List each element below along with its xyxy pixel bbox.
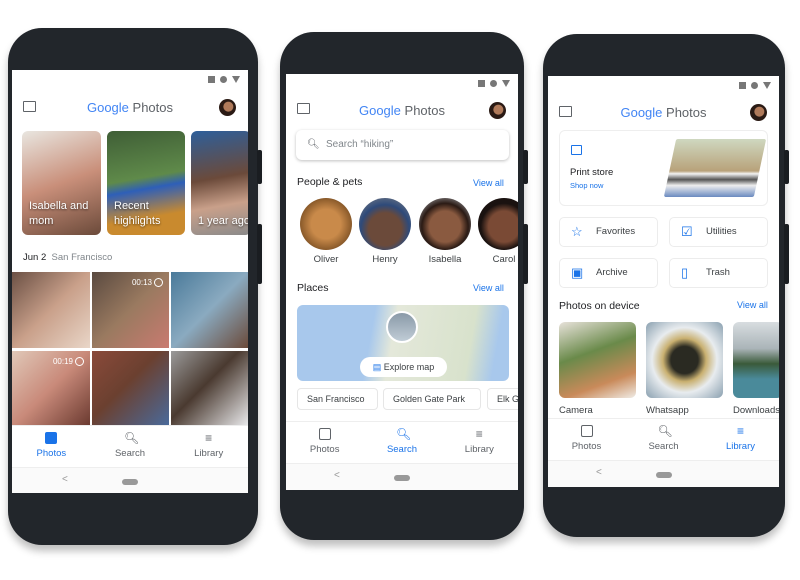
bottom-nav: Photos 🔍︎ Search ≡ Library	[548, 418, 779, 460]
video-thumbnail[interactable]: 00:19	[12, 351, 90, 425]
view-all-people-link[interactable]: View all	[473, 178, 504, 188]
tab-photos[interactable]: Photos	[548, 419, 625, 460]
photo-thumbnail[interactable]	[92, 351, 169, 425]
utilities-icon: ☑	[681, 224, 693, 239]
person-carol[interactable]	[478, 198, 518, 250]
folder-camera[interactable]	[559, 322, 636, 398]
tab-library[interactable]: ≡ Library	[441, 422, 518, 463]
tab-library[interactable]: ≡ Library	[169, 426, 248, 467]
avatar[interactable]	[219, 99, 236, 116]
view-all-device-link[interactable]: View all	[737, 300, 768, 310]
place-pin	[386, 311, 418, 343]
view-all-places-link[interactable]: View all	[473, 283, 504, 293]
date-heading: Jun 2 San Francisco	[23, 252, 113, 263]
archive-icon: ▣	[571, 265, 584, 280]
photo-thumbnail[interactable]	[12, 272, 90, 348]
photos-screen: Google Photos Isabella and mom Recent hi…	[12, 70, 248, 493]
app-title: Google Photos	[358, 103, 445, 118]
library-screen: Google Photos Print store Shop now ☆ Favo…	[548, 76, 779, 487]
places-map[interactable]: ▤ Explore map	[297, 305, 509, 381]
tab-search[interactable]: 🔍︎ Search	[91, 426, 170, 467]
memory-card[interactable]: Isabella and mom	[22, 131, 101, 235]
trash-tile[interactable]: ▯ Trash	[669, 258, 768, 288]
library-icon: ≡	[205, 431, 213, 445]
photo-book-image	[663, 139, 767, 197]
memory-card[interactable]: Recent highlights	[107, 131, 185, 235]
system-nav: <	[12, 467, 248, 493]
device-heading: Photos on device	[559, 300, 640, 312]
tab-search[interactable]: 🔍︎ Search	[625, 419, 702, 460]
app-title: Google Photos	[620, 105, 707, 120]
search-icon: 🔍︎	[657, 424, 673, 438]
place-chip[interactable]: San Francisco	[297, 388, 378, 410]
tab-photos[interactable]: Photos	[286, 422, 363, 463]
photo-thumbnail[interactable]	[171, 272, 248, 348]
person-oliver[interactable]	[300, 198, 352, 250]
tab-photos[interactable]: Photos	[12, 426, 91, 467]
photo-thumbnail[interactable]	[171, 351, 248, 425]
search-icon: 🔍︎	[395, 427, 412, 441]
back-icon[interactable]: <	[334, 470, 340, 481]
explore-map-button[interactable]: ▤ Explore map	[360, 357, 447, 377]
status-bar	[478, 80, 510, 87]
place-chip[interactable]: Golden Gate Park	[383, 388, 481, 410]
library-icon: ≡	[736, 424, 744, 438]
library-icon: ≡	[475, 427, 483, 441]
status-bar	[739, 82, 771, 89]
memory-card[interactable]: 1 year ago	[191, 131, 248, 235]
search-icon: 🔍︎	[124, 431, 140, 445]
utilities-tile[interactable]: ☑ Utilities	[669, 217, 768, 247]
system-nav: <	[548, 460, 779, 487]
person-isabella[interactable]	[419, 198, 471, 250]
bottom-nav: Photos 🔍︎ Search ≡ Library	[12, 425, 248, 467]
archive-tile[interactable]: ▣ Archive	[559, 258, 658, 288]
home-button[interactable]	[656, 472, 672, 478]
search-input[interactable]: 🔍︎ Search “hiking”	[296, 130, 509, 160]
folder-downloads[interactable]	[733, 322, 779, 398]
back-icon[interactable]: <	[62, 474, 68, 485]
home-button[interactable]	[122, 479, 138, 485]
video-thumbnail[interactable]: 00:13	[92, 272, 169, 348]
star-icon: ☆	[571, 224, 583, 239]
avatar[interactable]	[750, 104, 767, 121]
tab-search[interactable]: 🔍︎ Search	[363, 422, 440, 463]
search-icon: 🔍︎	[307, 139, 320, 150]
tab-library[interactable]: ≡ Library	[702, 419, 779, 460]
play-icon	[75, 357, 84, 366]
photo-icon	[580, 425, 593, 437]
photo-icon	[45, 432, 58, 444]
bottom-nav: Photos 🔍︎ Search ≡ Library	[286, 421, 518, 463]
back-icon[interactable]: <	[596, 467, 602, 478]
home-button[interactable]	[394, 475, 410, 481]
app-title: Google Photos	[86, 100, 173, 115]
map-icon: ▤	[372, 362, 382, 372]
trash-icon: ▯	[681, 265, 689, 280]
store-icon	[571, 145, 582, 155]
folder-whatsapp[interactable]	[646, 322, 723, 398]
search-screen: Google Photos 🔍︎ Search “hiking” People &…	[286, 74, 518, 490]
person-henry[interactable]	[359, 198, 411, 250]
place-chip[interactable]: Elk G	[487, 388, 518, 410]
favorites-tile[interactable]: ☆ Favorites	[559, 217, 658, 247]
avatar[interactable]	[489, 102, 506, 119]
play-icon	[154, 278, 163, 287]
shop-now-link[interactable]: Shop now	[570, 181, 603, 190]
system-nav: <	[286, 463, 518, 490]
photo-icon	[318, 428, 331, 440]
people-heading: People & pets	[297, 176, 363, 188]
status-bar	[208, 76, 240, 83]
print-store-card[interactable]: Print store Shop now	[559, 130, 768, 206]
places-heading: Places	[297, 282, 329, 294]
